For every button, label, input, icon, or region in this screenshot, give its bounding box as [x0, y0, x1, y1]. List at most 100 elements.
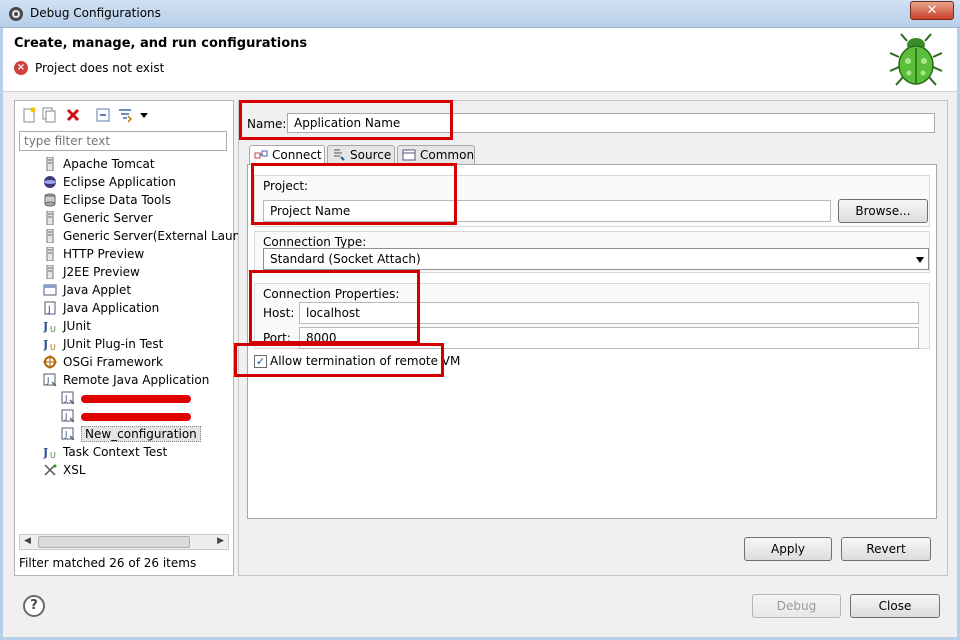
tree-item-label: JUnit Plug-in Test — [63, 337, 164, 351]
allow-termination-checkbox[interactable]: ✓ — [254, 355, 267, 368]
connection-type-group: Connection Type: Standard (Socket Attach… — [254, 231, 930, 273]
remote-java-icon: J — [61, 391, 75, 405]
allow-termination-label: Allow termination of remote VM — [270, 354, 461, 368]
filter-icon[interactable] — [117, 107, 133, 123]
filter-status: Filter matched 26 of 26 items — [19, 556, 197, 570]
xsl-icon — [43, 463, 57, 477]
tree-item-label: New_configuration — [81, 426, 201, 442]
tree-item[interactable]: J New_configuration — [61, 425, 201, 443]
tab-connect[interactable]: Connect — [249, 145, 325, 166]
tree-item-label: Java Application — [63, 301, 160, 315]
tab-common-label: Common — [420, 148, 475, 162]
launch-configurations-panel: Apache Tomcat Eclipse Application Eclipse … — [14, 100, 259, 576]
redaction-scribble — [81, 412, 191, 421]
tree-item-label: Remote Java Application — [63, 373, 210, 387]
tree-item[interactable]: J U JUnit Plug-in Test — [42, 335, 164, 353]
tree-item-label: Eclipse Application — [63, 175, 176, 189]
project-field[interactable]: Project Name — [263, 200, 831, 222]
tree-item[interactable]: OSGi Framework — [43, 353, 163, 371]
svg-text:J: J — [43, 320, 48, 333]
window-titlebar: Debug Configurations ✕ — [0, 0, 960, 28]
window-close-button[interactable]: ✕ — [910, 1, 954, 20]
port-label: Port: — [263, 331, 291, 345]
tree-item[interactable]: Generic Server(External Launch) — [43, 227, 259, 245]
help-icon[interactable]: ? — [23, 595, 45, 617]
name-label: Name: — [247, 117, 287, 131]
tree-item[interactable]: J Remote Java Application — [43, 371, 209, 389]
applet-icon — [43, 283, 57, 297]
server-icon — [43, 156, 57, 171]
tree-item[interactable]: J Java Application — [43, 299, 159, 317]
svg-text:J: J — [64, 412, 67, 421]
tree-item-redacted[interactable]: J — [61, 389, 191, 407]
java-app-icon: J — [43, 301, 57, 315]
filter-input[interactable] — [19, 131, 227, 151]
tree-item-label: OSGi Framework — [63, 355, 163, 369]
connect-icon — [254, 150, 268, 159]
scroll-right-arrow-icon[interactable]: ▶ — [217, 536, 224, 546]
tree-item-label: Generic Server — [63, 211, 153, 225]
connection-properties-label: Connection Properties: — [263, 287, 400, 301]
browse-button[interactable]: Browse... — [838, 199, 928, 223]
port-field[interactable]: 8000 — [299, 327, 919, 349]
tree-item[interactable]: Eclipse Data Tools — [43, 191, 171, 209]
tree-item[interactable]: J U Task Context Test — [42, 443, 168, 461]
tab-source[interactable]: Source — [327, 145, 395, 165]
duplicate-icon[interactable] — [41, 107, 57, 123]
tree-item[interactable]: HTTP Preview — [43, 245, 144, 263]
connection-type-value: Standard (Socket Attach) — [270, 252, 421, 266]
configuration-name-field[interactable]: Application Name — [287, 113, 935, 133]
junit-plugin-icon: JU — [42, 337, 57, 352]
debug-bug-icon — [889, 33, 943, 86]
tree-item[interactable]: Apache Tomcat — [43, 155, 155, 173]
delete-icon[interactable] — [65, 107, 81, 123]
scrollbar-thumb[interactable] — [38, 536, 190, 548]
tab-common[interactable]: Common — [397, 145, 475, 165]
tree-item-redacted[interactable]: J — [61, 407, 191, 425]
redaction-scribble — [81, 394, 191, 403]
tab-source-label: Source — [350, 148, 392, 162]
svg-text:U: U — [50, 325, 56, 333]
error-icon: × — [14, 61, 28, 75]
database-icon — [43, 193, 57, 207]
horizontal-scrollbar[interactable]: ◀ ▶ — [19, 534, 229, 550]
new-launch-configuration-icon[interactable] — [21, 107, 37, 123]
connection-type-select[interactable]: Standard (Socket Attach) — [263, 248, 929, 270]
tree-item-label: JUnit — [63, 319, 91, 333]
tree-item-label: XSL — [63, 463, 86, 477]
debug-button[interactable]: Debug — [752, 594, 841, 618]
connect-tab-content: Project: Project Name Browse... Connecti… — [247, 164, 937, 519]
tree-item[interactable]: J U JUnit — [42, 317, 91, 335]
close-button[interactable]: Close — [850, 594, 940, 618]
page-title: Create, manage, and run configurations — [14, 36, 308, 51]
svg-text:U: U — [50, 343, 56, 351]
connection-type-label: Connection Type: — [263, 235, 367, 249]
tree-item[interactable]: Generic Server — [43, 209, 153, 227]
tree-item[interactable]: Java Applet — [43, 281, 131, 299]
collapse-all-icon[interactable] — [95, 107, 111, 123]
remote-java-icon: J — [61, 409, 75, 423]
tree-item-label: Java Applet — [63, 283, 132, 297]
scroll-left-arrow-icon[interactable]: ◀ — [24, 536, 31, 546]
server-icon — [43, 210, 57, 225]
apply-button[interactable]: Apply — [744, 537, 832, 561]
chevron-down-icon — [916, 257, 924, 263]
launch-config-toolbar — [19, 105, 159, 125]
revert-button[interactable]: Revert — [841, 537, 931, 561]
svg-text:J: J — [64, 394, 67, 403]
eclipse-app-icon — [9, 7, 23, 21]
tree-item[interactable]: XSL — [43, 461, 86, 479]
svg-text:J: J — [47, 305, 51, 315]
tree-item-label: Task Context Test — [63, 445, 168, 459]
host-label: Host: — [263, 306, 295, 320]
source-icon — [334, 149, 345, 161]
tree-item[interactable]: J2EE Preview — [43, 263, 140, 281]
tab-connect-label: Connect — [272, 148, 322, 162]
svg-text:J: J — [46, 376, 49, 385]
svg-text:J: J — [43, 338, 48, 351]
junit-icon: JU — [42, 445, 57, 460]
tree-item[interactable]: Eclipse Application — [43, 173, 176, 191]
host-field[interactable]: localhost — [299, 302, 919, 324]
view-menu-chevron-icon[interactable] — [139, 107, 149, 123]
window-title: Debug Configurations — [30, 6, 161, 20]
